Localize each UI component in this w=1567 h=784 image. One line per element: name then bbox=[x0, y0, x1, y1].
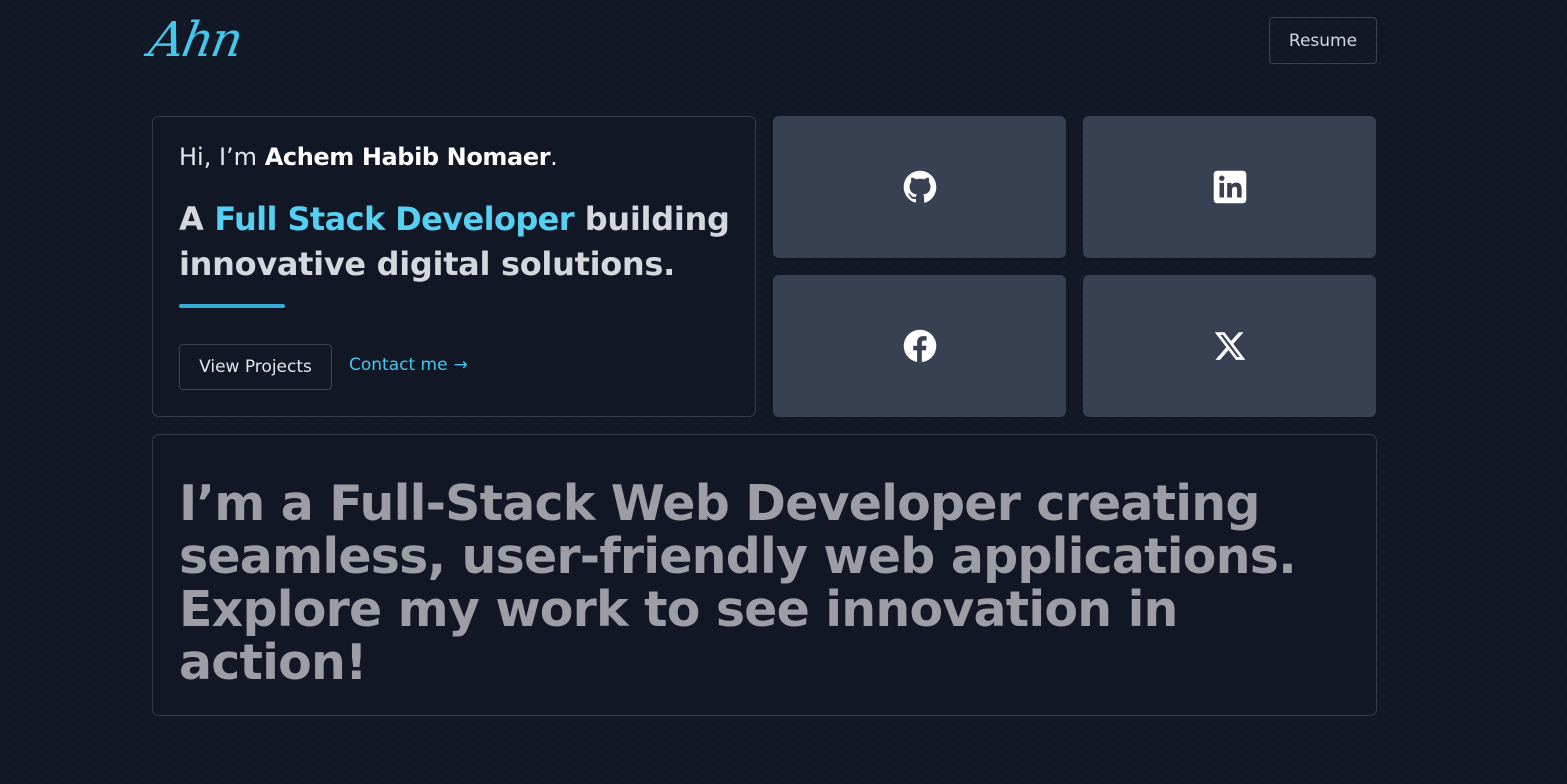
greeting-prefix: Hi, I’m bbox=[179, 143, 265, 171]
page: Ahn Resume Hi, I’m Achem Habib Nomaer. A… bbox=[0, 0, 1567, 784]
greeting: Hi, I’m Achem Habib Nomaer. bbox=[179, 143, 558, 171]
github-icon bbox=[903, 170, 936, 203]
about-card: I’m a Full-Stack Web Developer creating … bbox=[152, 434, 1377, 716]
tagline-prefix: A bbox=[179, 200, 215, 238]
github-tile[interactable] bbox=[773, 116, 1066, 258]
facebook-tile[interactable] bbox=[773, 275, 1066, 417]
x-icon bbox=[1214, 332, 1245, 360]
logo[interactable]: Ahn bbox=[144, 8, 246, 72]
arrow-right-icon: → bbox=[453, 355, 468, 375]
role-highlight: Full Stack Developer bbox=[214, 200, 574, 238]
greeting-suffix: . bbox=[550, 143, 558, 171]
about-statement: I’m a Full-Stack Web Developer creating … bbox=[179, 475, 1297, 691]
developer-name: Achem Habib Nomaer bbox=[264, 143, 551, 171]
x-tile[interactable] bbox=[1083, 275, 1376, 417]
linkedin-tile[interactable] bbox=[1083, 116, 1376, 258]
resume-button[interactable]: Resume bbox=[1269, 17, 1377, 64]
accent-divider bbox=[179, 304, 285, 308]
intro-card: Hi, I’m Achem Habib Nomaer. A Full Stack… bbox=[152, 116, 756, 417]
linkedin-icon bbox=[1213, 170, 1246, 204]
tagline: A Full Stack Developer building innovati… bbox=[179, 197, 739, 287]
contact-link[interactable]: Contact me → bbox=[349, 355, 468, 375]
facebook-icon bbox=[903, 329, 936, 363]
view-projects-button[interactable]: View Projects bbox=[179, 344, 332, 390]
contact-label: Contact me bbox=[349, 355, 448, 375]
